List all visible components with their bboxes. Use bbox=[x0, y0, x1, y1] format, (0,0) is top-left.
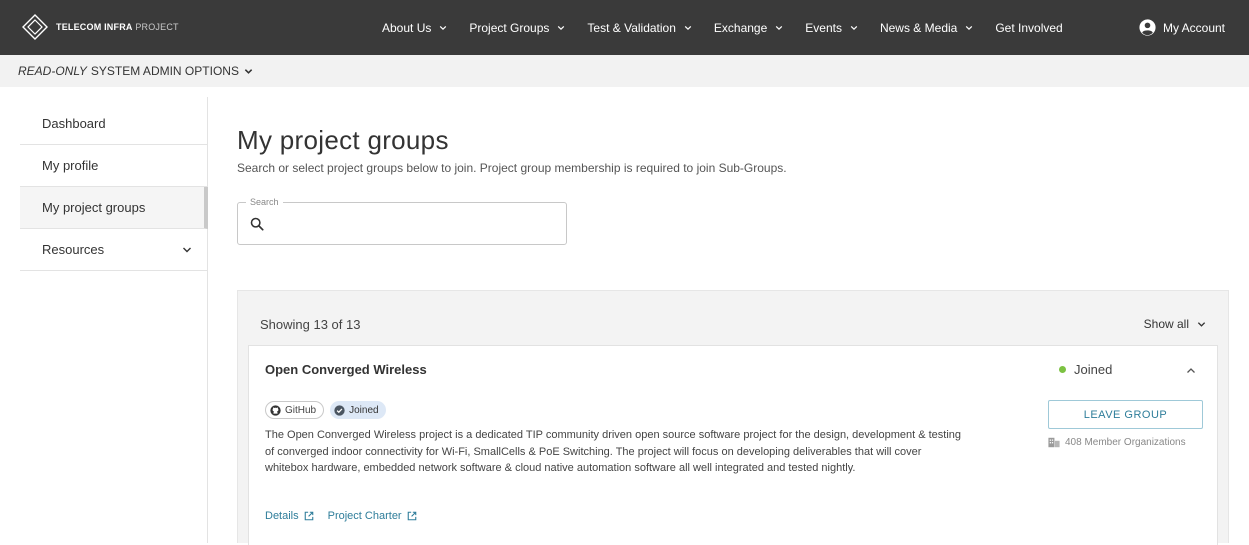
show-all-label: Show all bbox=[1143, 317, 1189, 331]
joined-tag-label: Joined bbox=[349, 404, 379, 416]
project-charter-link[interactable]: Project Charter bbox=[328, 510, 417, 522]
github-tag[interactable]: GitHub bbox=[265, 401, 325, 419]
tip-diamond-logo-icon bbox=[22, 14, 48, 40]
admin-options-bar[interactable]: READ-ONLY SYSTEM ADMIN OPTIONS bbox=[0, 55, 1249, 87]
my-account-label: My Account bbox=[1162, 20, 1225, 35]
sidebar-item-label: Resources bbox=[42, 242, 105, 257]
sidebar-item-dashboard[interactable]: Dashboard bbox=[20, 103, 208, 145]
nav-label: Project Groups bbox=[469, 20, 550, 35]
project-group-card: Open Converged Wireless Joined GitHub Jo… bbox=[248, 345, 1218, 545]
search-input[interactable] bbox=[272, 211, 552, 237]
nav-events[interactable]: Events bbox=[805, 21, 858, 35]
leave-group-button[interactable]: LEAVE GROUP bbox=[1048, 400, 1203, 429]
tag-list: GitHub Joined bbox=[265, 401, 386, 419]
nav-label: News & Media bbox=[879, 20, 958, 35]
project-groups-panel: Showing 13 of 13 Show all Open Converged… bbox=[237, 290, 1229, 545]
search-field[interactable]: Search bbox=[237, 197, 567, 245]
chevron-down-icon bbox=[440, 25, 447, 30]
tip-logo[interactable]: TELECOM INFRA PROJECT bbox=[22, 14, 179, 40]
search-legend: Search bbox=[246, 197, 283, 207]
user-circle-icon bbox=[1139, 19, 1156, 36]
nav-label: Test & Validation bbox=[587, 20, 676, 35]
chevron-down-icon bbox=[558, 25, 565, 30]
details-link[interactable]: Details bbox=[265, 510, 314, 522]
nav-test-validation[interactable]: Test & Validation bbox=[587, 21, 692, 35]
chevron-up-icon[interactable] bbox=[1186, 366, 1196, 376]
sidebar-item-label: Dashboard bbox=[42, 116, 106, 131]
project-group-title: Open Converged Wireless bbox=[265, 362, 427, 377]
sidebar-item-my-project-groups[interactable]: My project groups bbox=[20, 187, 208, 229]
logo-text: TELECOM INFRA PROJECT bbox=[56, 22, 179, 32]
logo-brand-light: PROJECT bbox=[135, 22, 179, 32]
chevron-down-icon bbox=[850, 25, 858, 30]
status-badge: Joined bbox=[1059, 362, 1112, 377]
chevron-down-icon bbox=[776, 25, 783, 30]
project-charter-link-label: Project Charter bbox=[327, 510, 402, 522]
sidebar-item-resources[interactable]: Resources bbox=[20, 229, 208, 271]
project-links: Details Project Charter bbox=[265, 510, 417, 522]
admin-bar-label: SYSTEM ADMIN OPTIONS bbox=[90, 64, 239, 78]
member-organizations-label: 408 Member Organizations bbox=[1065, 437, 1186, 448]
chevron-down-icon bbox=[966, 25, 973, 30]
github-icon bbox=[270, 404, 281, 416]
page-title: My project groups bbox=[237, 125, 449, 155]
sidebar-item-label: My project groups bbox=[42, 200, 146, 215]
building-icon bbox=[1048, 437, 1060, 448]
nav-label: About Us bbox=[382, 20, 432, 35]
project-group-description: The Open Converged Wireless project is a… bbox=[265, 429, 962, 474]
show-all-dropdown[interactable]: Show all bbox=[1144, 317, 1206, 331]
main-nav: About Us Project Groups Test & Validatio… bbox=[382, 0, 1085, 55]
nav-label: Get Involved bbox=[995, 20, 1063, 35]
chevron-down-icon bbox=[244, 68, 253, 74]
page-subtitle: Search or select project groups below to… bbox=[237, 161, 787, 175]
admin-bar-italic: READ-ONLY bbox=[18, 64, 87, 78]
chevron-down-icon bbox=[1197, 321, 1206, 327]
check-circle-icon bbox=[334, 404, 345, 416]
top-navbar: TELECOM INFRA PROJECT About Us Project G… bbox=[0, 0, 1249, 55]
showing-count: Showing 13 of 13 bbox=[260, 317, 361, 332]
nav-about-us[interactable]: About Us bbox=[382, 21, 447, 35]
sidebar-item-my-profile[interactable]: My profile bbox=[20, 145, 208, 187]
external-link-icon bbox=[407, 511, 416, 521]
sidebar: Dashboard My profile My project groups R… bbox=[20, 103, 208, 271]
details-link-label: Details bbox=[265, 510, 299, 522]
nav-exchange[interactable]: Exchange bbox=[714, 21, 783, 35]
nav-news-media[interactable]: News & Media bbox=[880, 21, 973, 35]
chevron-down-icon bbox=[183, 247, 191, 252]
nav-label: Exchange bbox=[713, 20, 768, 35]
nav-project-groups[interactable]: Project Groups bbox=[469, 21, 565, 35]
nav-get-involved[interactable]: Get Involved bbox=[995, 21, 1062, 35]
external-link-icon bbox=[304, 511, 313, 521]
joined-tag: Joined bbox=[330, 401, 386, 419]
search-icon bbox=[250, 217, 264, 231]
github-tag-label: GitHub bbox=[285, 404, 317, 416]
my-account-button[interactable]: My Account bbox=[1139, 0, 1225, 55]
status-label: Joined bbox=[1074, 362, 1113, 377]
status-dot-icon bbox=[1059, 366, 1066, 373]
chevron-down-icon bbox=[684, 25, 692, 30]
member-organizations: 408 Member Organizations bbox=[1048, 437, 1186, 448]
logo-brand-bold: TELECOM INFRA bbox=[56, 22, 133, 32]
sidebar-item-label: My profile bbox=[42, 158, 99, 173]
nav-label: Events bbox=[805, 20, 842, 35]
